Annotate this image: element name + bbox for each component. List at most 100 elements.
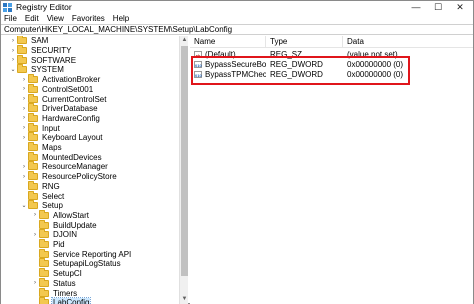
tree-item[interactable]: Pid [31,239,66,250]
expand-icon[interactable]: › [20,95,28,104]
tree-item[interactable]: › ControlSet001 [20,83,94,95]
tree-item-label: DJOIN [53,230,77,240]
tree-item[interactable]: › SECURITY [9,45,72,56]
tree-item[interactable]: RNG [20,180,61,192]
expand-icon[interactable]: › [9,46,17,55]
list-header: Name Type Data [190,36,473,48]
expand-icon[interactable]: › [20,85,28,94]
folder-icon [28,180,38,190]
expand-icon[interactable]: › [20,162,28,171]
tree-item-label: RNG [42,181,60,191]
tree-item[interactable]: › Input [20,122,61,133]
tree-item-label: BuildUpdate [53,220,97,230]
expand-icon[interactable] [31,240,39,249]
tree-item-label: Pid [53,240,65,250]
column-data[interactable]: Data [343,36,473,47]
folder-icon [17,54,27,64]
expand-icon[interactable] [31,298,39,304]
value-name-cell: 010 BypassTPMCheck [190,70,266,79]
tree-item[interactable]: ⌄ SYSTEM [9,64,65,75]
column-type[interactable]: Type [266,36,343,47]
tree-item[interactable]: LabConfig [31,297,92,304]
expand-icon[interactable] [31,269,39,278]
scroll-thumb[interactable] [181,46,188,276]
minimize-button[interactable]: — [405,1,427,13]
expand-icon[interactable] [31,259,39,268]
tree-item-label: DriverDatabase [42,104,98,114]
expand-icon[interactable] [20,182,28,191]
expand-icon[interactable] [20,192,28,201]
expand-icon[interactable] [20,153,28,162]
expand-icon[interactable] [31,221,39,230]
expand-icon[interactable]: › [9,36,17,45]
tree-item[interactable]: › ResourcePolicyStore [20,171,118,182]
tree-item[interactable]: › SAM [9,36,49,46]
value-type: REG_DWORD [270,59,323,69]
address-bar[interactable]: Computer\HKEY_LOCAL_MACHINE\SYSTEM\Setup… [1,24,473,35]
tree-item[interactable]: Select [20,190,65,201]
folder-icon [28,142,38,152]
tree-item-label: LabConfig [50,297,92,304]
tree-item-label: SetupapiLogStatus [53,259,121,269]
tree-item[interactable]: Service Reporting API [31,248,132,259]
menu-file[interactable]: File [1,14,22,23]
folder-icon [39,297,49,304]
expand-icon[interactable] [31,289,39,298]
key-tree[interactable]: › SAM › SECURITY › SOFTWARE ⌄ SYSTEM › Activation… [1,36,179,304]
window-title: Registry Editor [16,2,72,12]
folder-icon [28,171,38,181]
tree-item-label: Setup [42,201,63,211]
collapse-icon[interactable]: ⌄ [20,201,28,210]
title-bar[interactable]: Registry Editor — ☐ ✕ [1,1,473,13]
expand-icon[interactable]: › [20,114,28,123]
tree-item[interactable]: › Status [31,277,77,289]
tree-item-label: Maps [42,143,62,153]
expand-icon[interactable]: › [31,279,39,288]
folder-icon [28,93,38,103]
tree-item[interactable]: Timers [31,287,78,298]
tree-item[interactable]: › AllowStart [31,209,90,221]
tree-item[interactable]: › HardwareConfig [20,112,101,124]
value-row[interactable]: ab (Default) REG_SZ (value not set) [190,49,473,59]
expand-icon[interactable]: › [31,211,39,220]
scroll-down-icon[interactable]: ▼ [180,295,189,304]
folder-icon [17,36,27,45]
menu-edit[interactable]: Edit [22,14,44,23]
expand-icon[interactable]: › [31,230,39,239]
value-type: REG_SZ [270,49,303,59]
tree-item[interactable]: Maps [20,142,63,153]
expand-icon[interactable]: › [20,104,28,113]
tree-item[interactable]: › DJOIN [31,229,78,240]
value-data: 0x00000000 (0) [347,59,404,69]
tree-item-label: AllowStart [53,210,90,220]
menu-favorites[interactable]: Favorites [69,14,110,23]
expand-icon[interactable] [20,143,28,152]
expand-icon[interactable]: › [20,172,28,181]
expand-icon[interactable]: › [20,124,28,133]
dword-value-icon: 010 [194,60,202,68]
scroll-up-icon[interactable]: ▲ [180,36,189,45]
menu-view[interactable]: View [44,14,69,23]
column-name[interactable]: Name [190,36,266,47]
value-row[interactable]: 010BypassSecureBo... REG_DWORD 0x00000000 … [190,59,473,69]
expand-icon[interactable]: › [20,133,28,142]
string-value-icon: ab [194,50,202,58]
folder-icon [39,209,49,219]
maximize-button[interactable]: ☐ [427,1,449,13]
tree-item-label: ActivationBroker [42,75,101,85]
registry-editor-icon [3,2,12,12]
expand-icon[interactable] [31,250,39,259]
value-row[interactable]: 010 BypassTPMCheck REG_DWORD 0x00000000 (0) [190,69,473,79]
collapse-icon[interactable]: ⌄ [9,65,17,74]
folder-icon [39,268,49,278]
tree-scrollbar[interactable]: ▲ ▼ [179,36,188,304]
expand-icon[interactable]: › [9,56,17,65]
close-button[interactable]: ✕ [449,1,471,13]
folder-icon [28,74,38,84]
folder-icon [28,161,38,171]
folder-icon [17,64,27,74]
value-data: 0x00000000 (0) [347,69,404,79]
menu-help[interactable]: Help [110,14,134,23]
expand-icon[interactable]: › [20,75,28,84]
tree-item-label: SetupCI [53,269,82,279]
